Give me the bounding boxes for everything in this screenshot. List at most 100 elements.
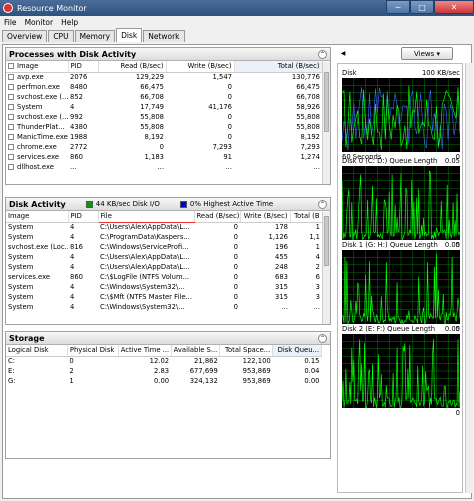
disk-activity-table: Image PID File Read (B/sec) Write (B/sec… bbox=[6, 211, 323, 312]
scrollbar[interactable] bbox=[322, 62, 330, 184]
menu-help[interactable]: Help bbox=[61, 18, 78, 27]
process-row[interactable]: svchost.exe (... 852 66,708 0 66,708 bbox=[6, 92, 322, 102]
collapse-icon[interactable]: ⌃ bbox=[318, 334, 327, 343]
checkbox-icon[interactable] bbox=[8, 94, 14, 100]
checkbox-icon[interactable] bbox=[8, 114, 14, 120]
storage-row[interactable]: C: 0 12.02 21,862 122,100 0.15 bbox=[6, 356, 322, 366]
process-row[interactable]: avp.exe 2076 129,229 1,547 130,776 bbox=[6, 72, 322, 82]
column-header[interactable]: Total Space... bbox=[219, 345, 274, 357]
tab-memory[interactable]: Memory bbox=[74, 30, 116, 42]
table-cell: services.exe bbox=[8, 273, 51, 281]
disk-activity-header[interactable]: Disk Activity 44 KB/sec Disk I/O 0% High… bbox=[6, 198, 330, 211]
column-header[interactable]: Read (B/sec) bbox=[98, 61, 167, 73]
graph-1: Disk 0 (C: D:) Queue Length 0.05 0 bbox=[342, 156, 460, 249]
menu-bar: File Monitor Help bbox=[0, 16, 474, 28]
legend-io: 44 KB/sec Disk I/O bbox=[85, 200, 160, 208]
scrollbar[interactable] bbox=[465, 63, 473, 493]
table-cell: 0 bbox=[233, 223, 238, 232]
process-row[interactable]: svchost.exe (... 992 55,808 0 55,808 bbox=[6, 112, 322, 122]
process-row[interactable]: chrome.exe 2772 0 7,293 7,293 bbox=[6, 142, 322, 152]
checkbox-icon[interactable] bbox=[8, 134, 14, 140]
table-cell: 58,926 bbox=[296, 103, 320, 111]
storage-row[interactable]: G: 1 0.00 324,132 953,869 0.00 bbox=[6, 376, 322, 386]
checkbox-icon[interactable] bbox=[8, 84, 14, 90]
graph-scale: 0.05 bbox=[444, 241, 460, 249]
column-header[interactable]: Image bbox=[6, 61, 69, 73]
tab-overview[interactable]: Overview bbox=[2, 30, 48, 42]
menu-file[interactable]: File bbox=[4, 18, 17, 27]
table-cell: 196 bbox=[275, 243, 288, 251]
column-header[interactable]: Total (B/sec) bbox=[234, 61, 323, 73]
column-header[interactable]: Active Time ... bbox=[118, 345, 172, 357]
table-cell: 66,708 bbox=[140, 93, 164, 101]
disk-activity-title: Disk Activity bbox=[9, 199, 66, 209]
collapse-icon[interactable]: ⌃ bbox=[318, 200, 327, 209]
disk-activity-row[interactable]: services.exe 860 C:\$LogFile (NTFS Volum..… bbox=[6, 272, 322, 282]
column-header[interactable]: Read (B/sec) bbox=[194, 211, 241, 223]
column-header[interactable]: Write (B/sec) bbox=[166, 61, 235, 73]
processes-header[interactable]: Processes with Disk Activity ⌃ bbox=[6, 48, 330, 61]
tab-network[interactable]: Network bbox=[143, 30, 185, 42]
table-cell: services.exe bbox=[6, 152, 68, 162]
graph-0: Disk 100 KB/sec 60 Seconds 0 bbox=[342, 68, 460, 161]
table-cell: ... bbox=[313, 163, 320, 171]
process-row[interactable]: dllhost.exe............ bbox=[6, 162, 322, 172]
title-bar: Resource Monitor ─ □ ✕ bbox=[0, 0, 474, 16]
expand-left-icon[interactable]: ◀ bbox=[339, 49, 347, 57]
disk-activity-row[interactable]: System 4 C:\ProgramData\Kaspers... 0 1,126 1,… bbox=[6, 232, 322, 242]
table-cell: 0 bbox=[233, 253, 238, 261]
checkbox-icon[interactable] bbox=[8, 124, 14, 130]
column-header[interactable]: Physical Disk bbox=[67, 345, 119, 357]
disk-activity-row[interactable]: System 4 C:\Users\Alex\AppData\L... 0 178 1 bbox=[6, 222, 322, 232]
disk-activity-row[interactable]: System 4 C:\Windows\System32\... 0...... bbox=[6, 302, 322, 312]
checkbox-icon[interactable] bbox=[8, 154, 14, 160]
process-row[interactable]: perfmon.exe 8480 66,475 0 66,475 bbox=[6, 82, 322, 92]
column-header[interactable]: File bbox=[98, 211, 195, 223]
table-cell: 3 bbox=[315, 283, 320, 291]
maximize-button[interactable]: □ bbox=[410, 0, 434, 14]
process-row[interactable]: ThunderPlat... 4380 55,808 0 55,808 bbox=[6, 122, 322, 132]
column-header[interactable]: Write (B/sec) bbox=[240, 211, 291, 223]
collapse-icon[interactable]: ⌃ bbox=[318, 50, 327, 59]
column-header[interactable]: Disk Queu... bbox=[272, 345, 322, 357]
process-row[interactable]: System 4 17,749 41,176 58,926 bbox=[6, 102, 322, 112]
column-header[interactable]: Total (B bbox=[290, 211, 323, 223]
table-cell: 1,274 bbox=[300, 153, 320, 161]
disk-activity-row[interactable]: System 4 C:\Users\Alex\AppData\L... 0 248 2 bbox=[6, 262, 322, 272]
checkbox-icon[interactable] bbox=[8, 74, 14, 81]
graph-panel: Disk 100 KB/sec 60 Seconds 0 Disk 0 (C: D:) … bbox=[337, 63, 463, 493]
storage-header[interactable]: Storage ⌃ bbox=[6, 332, 330, 345]
table-cell: 2076 bbox=[70, 73, 88, 82]
process-row[interactable]: ManicTime.exe 1988 8,192 0 8,192 bbox=[6, 132, 322, 142]
column-header[interactable]: PID bbox=[68, 61, 99, 73]
column-header[interactable]: PID bbox=[68, 211, 99, 223]
table-cell: 4380 bbox=[70, 123, 88, 131]
tab-disk[interactable]: Disk bbox=[116, 28, 143, 42]
table-cell: 324,132 bbox=[189, 377, 218, 385]
table-cell: 66,475 bbox=[296, 83, 320, 91]
close-button[interactable]: ✕ bbox=[434, 0, 474, 14]
storage-row[interactable]: E: 2 2.83 677,699 953,869 0.04 bbox=[6, 366, 322, 376]
process-row[interactable]: services.exe 860 1,183 91 1,274 bbox=[6, 152, 322, 162]
disk-activity-row[interactable]: System 4 C:\$Mft (NTFS Master File... 0 315 3 bbox=[6, 292, 322, 302]
disk-activity-row[interactable]: System 4 C:\Windows\System32\... 0 315 3 bbox=[6, 282, 322, 292]
checkbox-icon[interactable] bbox=[8, 144, 14, 150]
minimize-button[interactable]: ─ bbox=[386, 0, 410, 14]
column-header[interactable]: Image bbox=[6, 211, 69, 223]
scrollbar[interactable] bbox=[322, 212, 330, 324]
table-cell: 4 bbox=[70, 293, 75, 301]
views-button[interactable]: Views ▾ bbox=[401, 47, 453, 60]
checkbox-icon[interactable] bbox=[8, 104, 14, 110]
table-cell: svchost.exe (Loc... bbox=[8, 243, 68, 251]
disk-activity-row[interactable]: System 4 C:\Users\Alex\AppData\L... 0 455 4 bbox=[6, 252, 322, 262]
table-cell: avp.exe bbox=[6, 72, 68, 82]
menu-monitor[interactable]: Monitor bbox=[25, 18, 54, 27]
checkbox-icon[interactable] bbox=[8, 164, 14, 170]
checkbox-icon[interactable] bbox=[8, 63, 14, 70]
disk-activity-row[interactable]: svchost.exe (Loc... 816 C:\Windows\Service… bbox=[6, 242, 322, 252]
graph-2: Disk 1 (G: H:) Queue Length 0.05 0 bbox=[342, 240, 460, 333]
table-cell: 2 bbox=[315, 263, 320, 271]
column-header[interactable]: Logical Disk bbox=[6, 345, 68, 357]
tab-cpu[interactable]: CPU bbox=[48, 30, 74, 42]
column-header[interactable]: Available S... bbox=[171, 345, 221, 357]
